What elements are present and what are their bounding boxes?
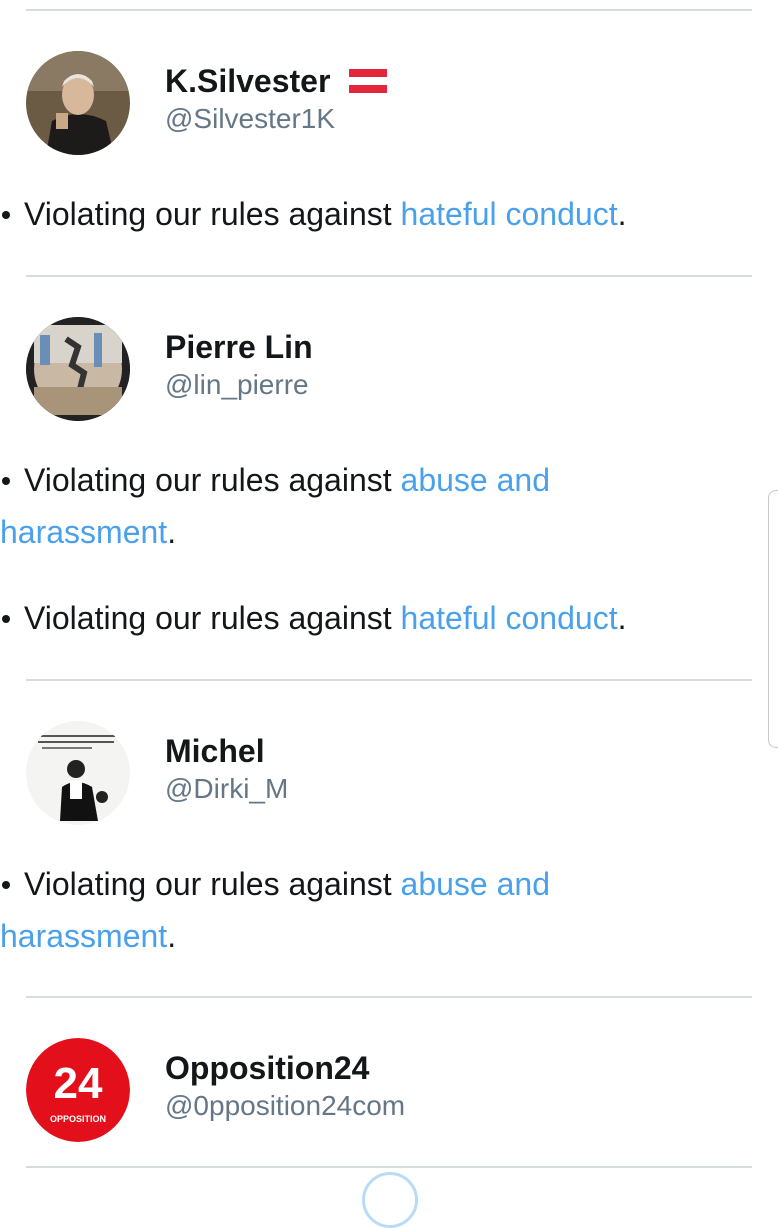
violation-reason: Violating our rules against abuse and ha…	[0, 462, 550, 550]
rule-link[interactable]: hateful conduct	[401, 600, 618, 636]
avatar[interactable]	[26, 51, 130, 155]
avatar[interactable]: 24 OPPOSITION	[26, 1038, 130, 1142]
scrollbar[interactable]	[768, 490, 778, 748]
account-name[interactable]: Pierre Lin	[165, 327, 313, 367]
loading-spinner-icon	[362, 1172, 418, 1228]
account-name[interactable]: K.Silvester	[165, 61, 388, 102]
bullet-icon	[2, 210, 10, 219]
logo-number: 24	[54, 1059, 103, 1108]
account-handle[interactable]: @lin_pierre	[165, 367, 309, 403]
violation-reason: Violating our rules against hateful cond…	[0, 188, 700, 240]
account-handle[interactable]: @Silvester1K	[165, 101, 335, 137]
austria-flag-icon	[349, 62, 388, 102]
rule-link[interactable]: hateful conduct	[401, 196, 618, 232]
account-name[interactable]: Michel	[165, 731, 265, 771]
divider	[26, 275, 752, 277]
bullet-icon	[2, 476, 10, 485]
account-name[interactable]: Opposition24	[165, 1048, 369, 1088]
bullet-icon	[2, 614, 10, 623]
account-handle[interactable]: @Dirki_M	[165, 771, 288, 807]
divider	[26, 1166, 752, 1168]
avatar[interactable]	[26, 721, 130, 825]
logo-text: OPPOSITION	[50, 1114, 106, 1124]
divider	[26, 996, 752, 998]
avatar[interactable]	[26, 317, 130, 421]
violation-reason: Violating our rules against abuse and ha…	[0, 866, 550, 954]
bullet-icon	[2, 880, 10, 889]
divider	[26, 679, 752, 681]
violation-reason: Violating our rules against hateful cond…	[0, 592, 700, 644]
account-handle[interactable]: @0pposition24com	[165, 1088, 405, 1124]
divider	[26, 9, 752, 11]
